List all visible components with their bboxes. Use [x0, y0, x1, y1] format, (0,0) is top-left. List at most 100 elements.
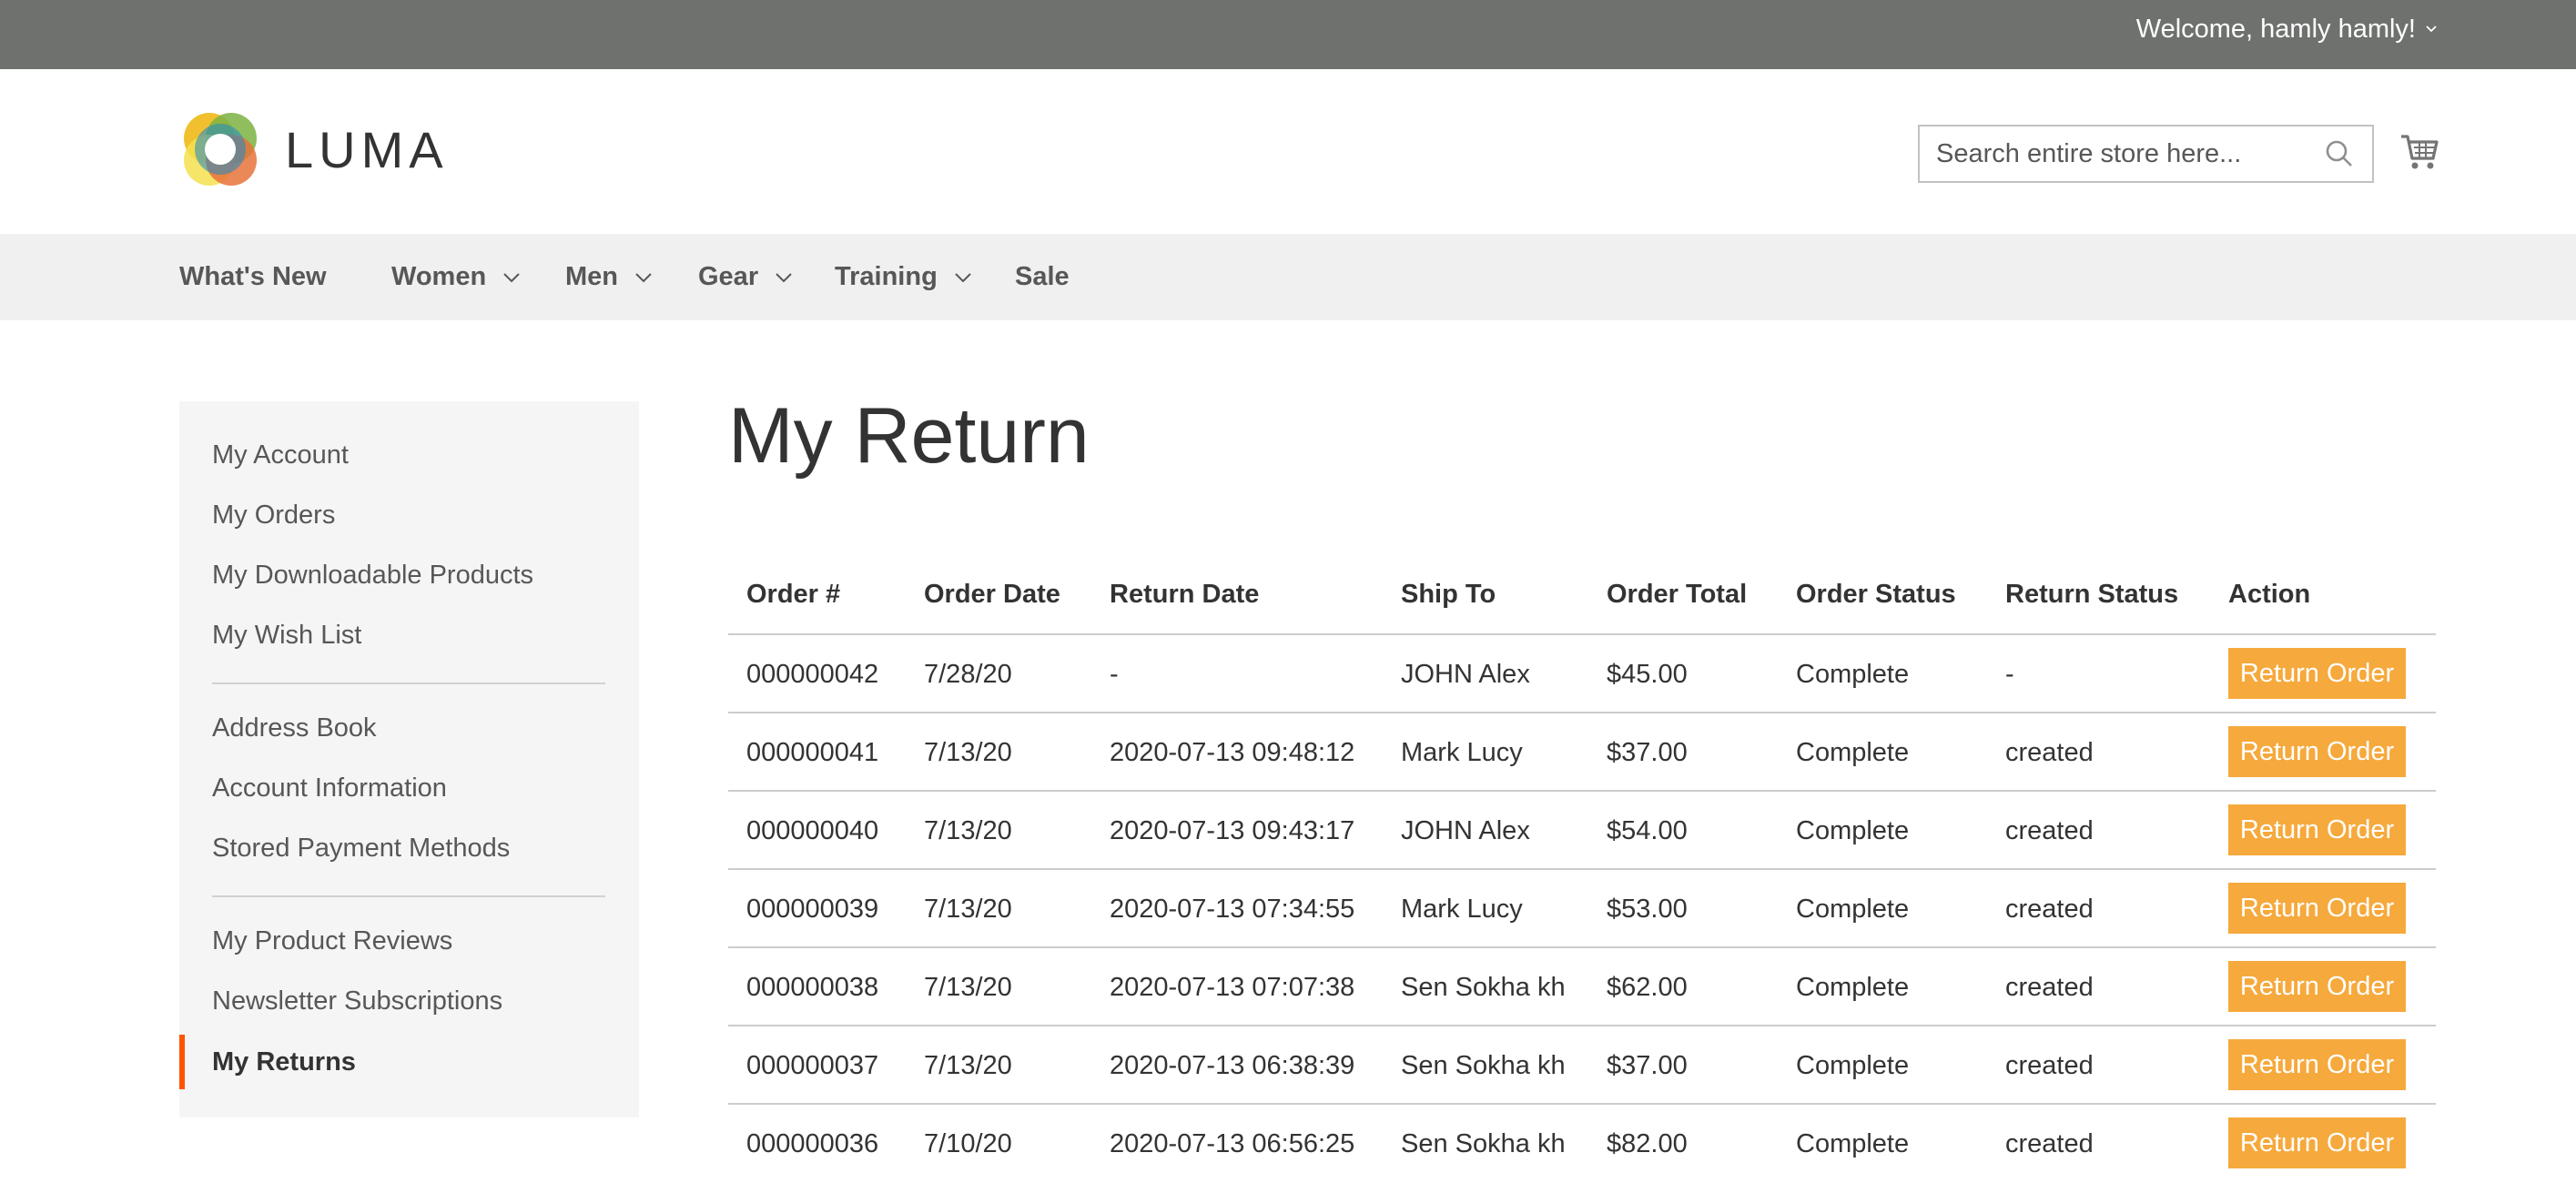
return-order-button[interactable]: Return Order — [2228, 1117, 2406, 1168]
nav-item-label: What's New — [179, 262, 327, 291]
cell-ship-to: Mark Lucy — [1401, 737, 1523, 767]
nav-item-label: Men — [565, 262, 618, 291]
sidebar-item-wish-list[interactable]: My Wish List — [212, 605, 361, 665]
nav-item-men[interactable]: Men — [565, 234, 653, 320]
sidebar-item-label: My Account — [212, 440, 349, 470]
return-order-button[interactable]: Return Order — [2228, 726, 2406, 777]
cell-order-date: 7/13/20 — [924, 815, 1012, 845]
cell-order-status: Complete — [1796, 894, 1910, 924]
sidebar-divider — [212, 682, 605, 684]
search-box — [1918, 125, 2374, 183]
cell-return-date: - — [1110, 659, 1119, 689]
cell-ship-to: JOHN Alex — [1401, 659, 1530, 689]
chevron-down-icon — [2426, 25, 2437, 33]
nav-item-gear[interactable]: Gear — [698, 234, 793, 320]
page-title: My Return — [728, 392, 1090, 480]
sidebar-divider — [212, 895, 605, 897]
search-input[interactable] — [1920, 126, 2323, 181]
cell-return-status: created — [2005, 737, 2094, 767]
sidebar-item-label: Stored Payment Methods — [212, 833, 511, 863]
chevron-down-icon — [955, 272, 971, 282]
chevron-down-icon — [776, 272, 792, 282]
cell-return-status: created — [2005, 1128, 2094, 1158]
cell-order-number: 000000040 — [746, 815, 879, 845]
cell-order-status: Complete — [1796, 737, 1910, 767]
return-order-button[interactable]: Return Order — [2228, 804, 2406, 855]
sidebar-item-label: My Returns — [212, 1046, 356, 1077]
main-navigation: What's New Women Men Gear Training Sale — [0, 234, 2576, 320]
nav-item-label: Gear — [698, 262, 759, 291]
cell-order-status: Complete — [1796, 1128, 1910, 1158]
cell-order-number: 000000037 — [746, 1050, 879, 1080]
return-order-button[interactable]: Return Order — [2228, 883, 2406, 934]
luma-logo-icon — [184, 113, 257, 186]
active-item-marker — [179, 1035, 185, 1089]
sidebar-item-my-account[interactable]: My Account — [212, 425, 349, 485]
search-icon[interactable] — [2323, 137, 2356, 170]
column-header-ship-to: Ship To — [1401, 579, 1496, 609]
sidebar-item-my-returns[interactable]: My Returns — [212, 1032, 356, 1092]
return-order-button[interactable]: Return Order — [2228, 648, 2406, 699]
cell-order-date: 7/13/20 — [924, 737, 1012, 767]
table-row: 000000041 7/13/20 2020-07-13 09:48:12 Mark … — [728, 712, 2436, 790]
cell-order-number: 000000041 — [746, 737, 879, 767]
cell-order-total: $82.00 — [1607, 1128, 1688, 1158]
cell-order-status: Complete — [1796, 1050, 1910, 1080]
sidebar-item-newsletter-subscriptions[interactable]: Newsletter Subscriptions — [212, 971, 502, 1031]
logo-text: LUMA — [285, 120, 449, 178]
nav-item-training[interactable]: Training — [835, 234, 972, 320]
nav-item-sale[interactable]: Sale — [1015, 234, 1070, 320]
cell-return-date: 2020-07-13 06:38:39 — [1110, 1050, 1355, 1080]
cell-order-total: $54.00 — [1607, 815, 1688, 845]
cell-return-status: created — [2005, 815, 2094, 845]
cell-order-date: 7/10/20 — [924, 1128, 1012, 1158]
cell-order-status: Complete — [1796, 972, 1910, 1002]
nav-item-label: Sale — [1015, 262, 1070, 291]
cell-return-date: 2020-07-13 06:56:25 — [1110, 1128, 1355, 1158]
cell-order-number: 000000039 — [746, 894, 879, 924]
cell-return-status: - — [2005, 659, 2014, 689]
nav-item-women[interactable]: Women — [391, 234, 521, 320]
sidebar-item-downloadable-products[interactable]: My Downloadable Products — [212, 545, 533, 605]
nav-item-label: Women — [391, 262, 487, 291]
return-order-button[interactable]: Return Order — [2228, 961, 2406, 1012]
logo[interactable]: LUMA — [179, 108, 449, 190]
sidebar-item-account-information[interactable]: Account Information — [212, 758, 447, 818]
cell-order-number: 000000036 — [746, 1128, 879, 1158]
column-header-action: Action — [2228, 579, 2311, 609]
nav-item-whats-new[interactable]: What's New — [179, 234, 327, 320]
cell-ship-to: Sen Sokha kh — [1401, 972, 1566, 1002]
nav-item-label: Training — [835, 262, 938, 291]
sidebar-item-label: My Product Reviews — [212, 925, 453, 956]
column-header-order-number: Order # — [746, 579, 841, 609]
sidebar-item-product-reviews[interactable]: My Product Reviews — [212, 911, 452, 971]
chevron-down-icon — [503, 272, 520, 282]
table-row: 000000040 7/13/20 2020-07-13 09:43:17 JOHN … — [728, 790, 2436, 868]
sidebar-item-stored-payment-methods[interactable]: Stored Payment Methods — [212, 818, 510, 878]
chevron-down-icon — [635, 272, 652, 282]
cell-order-number: 000000042 — [746, 659, 879, 689]
cell-order-date: 7/13/20 — [924, 894, 1012, 924]
cell-order-number: 000000038 — [746, 972, 879, 1002]
cell-return-date: 2020-07-13 07:34:55 — [1110, 894, 1355, 924]
cell-order-date: 7/13/20 — [924, 972, 1012, 1002]
column-header-order-date: Order Date — [924, 579, 1060, 609]
cell-return-status: created — [2005, 894, 2094, 924]
sidebar-item-address-book[interactable]: Address Book — [212, 698, 377, 758]
cell-ship-to: Sen Sokha kh — [1401, 1050, 1566, 1080]
sidebar-item-my-orders[interactable]: My Orders — [212, 485, 335, 545]
cell-ship-to: Mark Lucy — [1401, 894, 1523, 924]
cell-return-status: created — [2005, 1050, 2094, 1080]
cell-order-total: $45.00 — [1607, 659, 1688, 689]
sidebar-item-label: Address Book — [212, 713, 377, 743]
cell-return-date: 2020-07-13 09:43:17 — [1110, 815, 1355, 845]
column-header-return-date: Return Date — [1110, 579, 1260, 609]
customer-menu[interactable]: Welcome, hamly hamly! — [2136, 0, 2438, 58]
cart-icon[interactable] — [2399, 131, 2439, 171]
table-row: 000000036 7/10/20 2020-07-13 06:56:25 Sen S… — [728, 1103, 2436, 1181]
cell-order-total: $62.00 — [1607, 972, 1688, 1002]
cell-order-status: Complete — [1796, 659, 1910, 689]
cell-return-date: 2020-07-13 07:07:38 — [1110, 972, 1355, 1002]
return-order-button[interactable]: Return Order — [2228, 1039, 2406, 1090]
column-header-order-total: Order Total — [1607, 579, 1748, 609]
